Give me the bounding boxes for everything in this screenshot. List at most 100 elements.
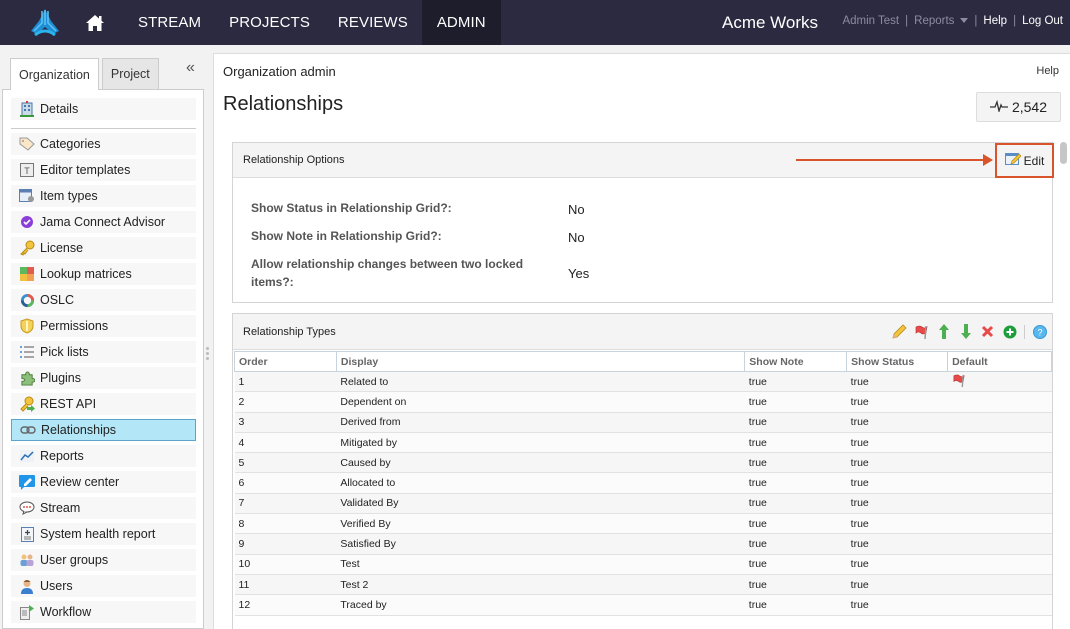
column-header-default[interactable]: Default	[947, 351, 1052, 372]
sidebar-item-details[interactable]: Details	[11, 98, 196, 120]
home-icon[interactable]	[70, 0, 120, 45]
collapse-sidebar-icon[interactable]: «	[186, 59, 195, 77]
pulse-icon	[989, 99, 1008, 115]
cell-default	[947, 371, 1052, 393]
cell-show-status: true	[846, 412, 948, 433]
option-value: No	[568, 230, 585, 245]
sidebar-item-rest-api[interactable]: REST API	[11, 393, 196, 415]
help-link[interactable]: Help	[983, 15, 1007, 27]
cell-show-status: true	[846, 574, 948, 596]
cell-display: Test 2	[336, 574, 745, 596]
option-label: Allow relationship changes between two l…	[251, 257, 524, 289]
separator: |	[905, 15, 909, 27]
sidebar-item-label: Details	[40, 102, 79, 116]
move-up-icon[interactable]	[936, 324, 951, 339]
sidebar-item-lookup-matrices[interactable]: Lookup matrices	[11, 263, 196, 285]
table-row[interactable]: 6 Allocated to true true	[234, 472, 1052, 494]
sidebar-item-license[interactable]: License	[11, 237, 196, 259]
cell-order: 12	[234, 594, 337, 616]
cell-show-status: true	[846, 513, 948, 535]
sidebar-item-system-health-report[interactable]: System health report	[11, 523, 196, 545]
sidebar-item-label: License	[40, 241, 84, 255]
delete-icon[interactable]	[980, 324, 995, 339]
cell-display: Derived from	[336, 412, 745, 433]
admin-sidebar: Organization Project « Details Categorie…	[0, 45, 213, 629]
table-row[interactable]: 1 Related to true true	[234, 371, 1052, 393]
template-icon: T	[19, 162, 35, 178]
activity-stream-button[interactable]: 2,542	[976, 92, 1061, 122]
sidebar-item-reports[interactable]: Reports	[11, 445, 196, 467]
separator: |	[1013, 15, 1017, 27]
cell-show-status: true	[846, 594, 948, 616]
page-title: Relationships	[223, 93, 344, 115]
sidebar-item-item-types[interactable]: Item types	[11, 185, 196, 207]
table-row[interactable]: 10 Test true true	[234, 554, 1052, 575]
sidebar-item-users[interactable]: Users	[11, 575, 196, 597]
sidebar-item-label: REST API	[40, 397, 97, 411]
move-down-icon[interactable]	[958, 324, 973, 339]
sidebar-item-oslc[interactable]: OSLC	[11, 289, 196, 311]
nav-projects[interactable]: PROJECTS	[215, 0, 324, 45]
cell-display: Test	[336, 554, 745, 575]
matrix-icon	[19, 266, 35, 282]
sidebar-item-workflow[interactable]: Workflow	[11, 601, 196, 623]
main-scrollbar[interactable]	[1060, 142, 1067, 629]
reports-dropdown[interactable]: Reports	[914, 15, 969, 27]
sidebar-item-stream[interactable]: Stream	[11, 497, 196, 519]
table-row[interactable]: 3 Derived from true true	[234, 412, 1052, 433]
user-menu-link[interactable]: Admin Test	[842, 15, 899, 27]
sidebar-item-relationships[interactable]: Relationships	[11, 419, 196, 441]
table-row[interactable]: 12 Traced by true true	[234, 594, 1052, 616]
sidebar-resize-handle[interactable]	[206, 347, 209, 360]
table-row[interactable]: 9 Satisfied By true true	[234, 533, 1052, 555]
sidebar-item-jama-connect-advisor[interactable]: Jama Connect Advisor	[11, 211, 196, 233]
table-row[interactable]: 4 Mitigated by true true	[234, 432, 1052, 454]
column-header-show-status[interactable]: Show Status	[846, 351, 949, 372]
edit-button[interactable]: Edit	[995, 143, 1054, 178]
sidebar-item-label: Item types	[40, 189, 98, 203]
sidebar-item-label: User groups	[40, 553, 109, 567]
sidebar-item-plugins[interactable]: Plugins	[11, 367, 196, 389]
table-row[interactable]: 2 Dependent on true true	[234, 391, 1052, 413]
help-icon[interactable]: ?	[1032, 324, 1047, 339]
cell-display: Satisfied By	[336, 533, 745, 555]
nav-admin[interactable]: ADMIN	[421, 0, 501, 45]
pencil-icon[interactable]	[892, 324, 907, 339]
tab-organization[interactable]: Organization	[10, 58, 99, 90]
sidebar-item-label: System health report	[40, 527, 156, 541]
separator: |	[974, 15, 978, 27]
cell-order: 1	[234, 371, 337, 393]
table-row[interactable]: 5 Caused by true true	[234, 452, 1052, 474]
table-row[interactable]: 7 Validated By true true	[234, 493, 1052, 515]
column-header-order[interactable]: Order	[234, 351, 337, 372]
scrollbar-thumb[interactable]	[1060, 142, 1067, 164]
cell-display: Caused by	[336, 452, 745, 474]
sidebar-item-label: Reports	[40, 449, 84, 463]
sidebar-item-permissions[interactable]: Permissions	[11, 315, 196, 337]
logout-link[interactable]: Log Out	[1022, 15, 1063, 27]
column-header-display[interactable]: Display	[335, 351, 746, 372]
nav-stream[interactable]: STREAM	[124, 0, 215, 45]
relationship-types-panel: Relationship Types ? Order Display Show …	[232, 313, 1053, 629]
chat-bubble-icon	[19, 500, 35, 516]
tab-project[interactable]: Project	[101, 58, 159, 89]
nav-reviews[interactable]: REVIEWS	[324, 0, 422, 45]
cell-default	[947, 432, 1052, 454]
column-header-show-note[interactable]: Show Note	[744, 351, 848, 372]
set-default-flag-icon[interactable]	[914, 324, 929, 339]
sidebar-item-label: Review center	[40, 475, 120, 489]
table-row[interactable]: 11 Test 2 true true	[234, 574, 1052, 596]
cell-show-status: true	[846, 554, 948, 575]
sidebar-item-user-groups[interactable]: User groups	[11, 549, 196, 571]
sidebar-item-editor-templates[interactable]: T Editor templates	[11, 159, 196, 181]
app-logo[interactable]	[24, 0, 66, 45]
add-icon[interactable]	[1002, 324, 1017, 339]
table-row[interactable]: 8 Verified By true true	[234, 513, 1052, 535]
sidebar-item-pick-lists[interactable]: Pick lists	[11, 341, 196, 363]
cell-show-note: true	[744, 472, 847, 494]
annotation-arrow-head	[983, 154, 993, 166]
sidebar-item-review-center[interactable]: Review center	[11, 471, 196, 493]
sidebar-item-categories[interactable]: Categories	[11, 133, 196, 155]
page-help-link[interactable]: Help	[1036, 65, 1059, 77]
cell-order: 11	[234, 574, 337, 596]
